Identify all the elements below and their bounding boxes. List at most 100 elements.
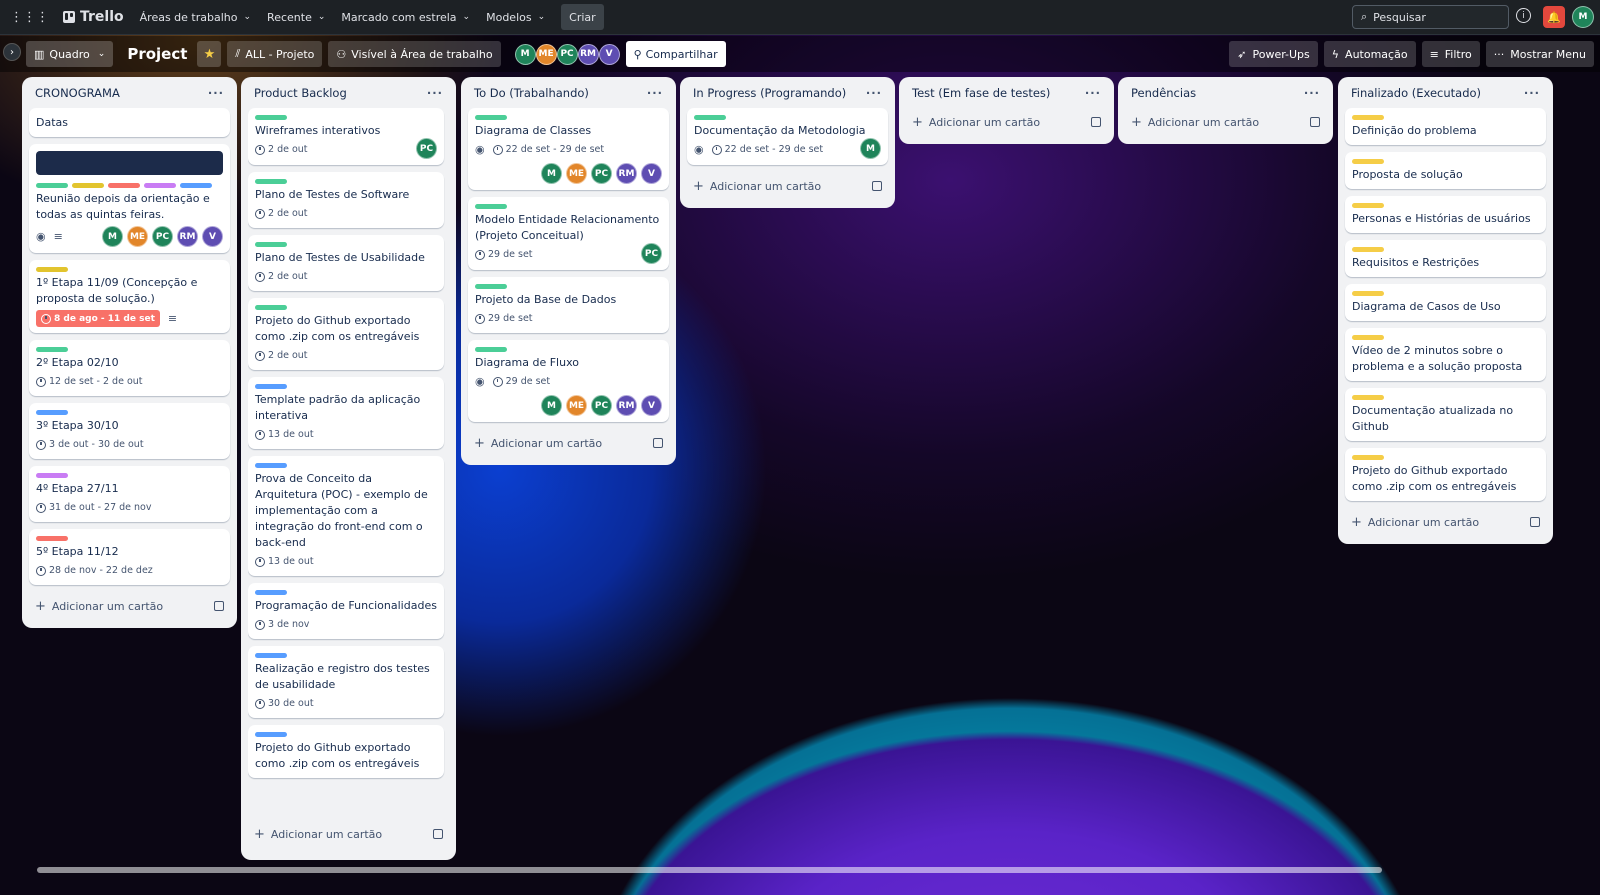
member-avatar[interactable]: V — [641, 395, 662, 416]
card[interactable]: 1º Etapa 11/09 (Concepção e proposta de … — [29, 260, 230, 333]
visibility-button[interactable]: ⚇ Visível à Área de trabalho — [328, 41, 501, 67]
card[interactable]: Realização e registro dos testes de usab… — [248, 646, 444, 718]
power-ups-button[interactable]: ➶ Power-Ups — [1229, 41, 1318, 67]
profile-avatar[interactable]: M — [1572, 6, 1594, 28]
label-green[interactable] — [36, 347, 68, 352]
card[interactable]: Diagrama de Casos de Uso — [1345, 284, 1546, 321]
card[interactable]: 4º Etapa 27/11 31 de out - 27 de nov — [29, 466, 230, 522]
label-green[interactable] — [694, 115, 726, 120]
member-avatar[interactable]: ME — [566, 163, 587, 184]
add-card-button[interactable]: + Adicionar um cartão — [906, 108, 1107, 136]
label-green[interactable] — [475, 284, 507, 289]
member-avatar[interactable]: PC — [641, 243, 662, 264]
due-date-badge[interactable]: 3 de out - 30 de out — [36, 437, 144, 453]
member-avatar[interactable]: ME — [566, 395, 587, 416]
label-yellow[interactable] — [1352, 247, 1384, 252]
add-card-button[interactable]: + Adicionar um cartão — [1125, 108, 1326, 136]
list-title[interactable]: Pendências — [1131, 86, 1196, 100]
label-yellow[interactable] — [1352, 159, 1384, 164]
label-green[interactable] — [255, 115, 287, 120]
label-blue[interactable] — [255, 463, 287, 468]
label-yellow[interactable] — [72, 183, 104, 188]
add-card-button[interactable]: + Adicionar um cartão — [29, 592, 230, 620]
label-green[interactable] — [255, 305, 287, 310]
label-green[interactable] — [36, 183, 68, 188]
member-avatar[interactable]: ME — [535, 43, 557, 65]
member-avatar[interactable]: V — [598, 43, 620, 65]
list-title[interactable]: Product Backlog — [254, 86, 347, 100]
member-avatar[interactable]: PC — [591, 395, 612, 416]
member-avatar[interactable]: RM — [616, 395, 637, 416]
label-yellow[interactable] — [1352, 291, 1384, 296]
list-title[interactable]: Test (Em fase de testes) — [912, 86, 1050, 100]
create-from-template-icon[interactable] — [872, 181, 882, 191]
add-card-button[interactable]: + Adicionar um cartão — [1345, 508, 1546, 536]
member-avatar[interactable]: M — [541, 395, 562, 416]
label-blue[interactable] — [255, 590, 287, 595]
filter-button[interactable]: ≡ Filtro — [1421, 41, 1480, 67]
create-button[interactable]: Criar — [561, 4, 604, 30]
list-actions-icon[interactable]: ··· — [647, 86, 663, 100]
card[interactable]: 5º Etapa 11/12 28 de nov - 22 de dez — [29, 529, 230, 585]
menu-templates[interactable]: Modelos ⌄ — [478, 3, 553, 31]
card[interactable]: Documentação da Metodologia ◉ 22 de set - … — [687, 108, 888, 165]
search-input[interactable]: ⌕ Pesquisar — [1352, 5, 1509, 29]
due-date-badge[interactable]: 29 de set — [475, 311, 533, 327]
label-green[interactable] — [475, 115, 507, 120]
card[interactable]: Diagrama de Classes ◉ 22 de set - 29 de se… — [468, 108, 669, 190]
due-date-badge[interactable]: 29 de set — [475, 247, 533, 263]
card[interactable]: Wireframes interativos 2 de out PC — [248, 108, 444, 165]
label-green[interactable] — [255, 179, 287, 184]
due-date-badge[interactable]: 2 de out — [255, 206, 308, 222]
card[interactable]: Plano de Testes de Usabilidade 2 de out — [248, 235, 444, 291]
create-from-template-icon[interactable] — [1530, 517, 1540, 527]
due-date-badge[interactable]: 13 de out — [255, 427, 314, 443]
card[interactable]: Documentação atualizada no Github — [1345, 388, 1546, 441]
apps-grid-icon[interactable]: ⋮⋮⋮ — [0, 3, 55, 31]
list-actions-icon[interactable]: ··· — [1304, 86, 1320, 100]
share-button[interactable]: ⚲ Compartilhar — [625, 41, 726, 67]
label-blue[interactable] — [255, 653, 287, 658]
list-actions-icon[interactable]: ··· — [208, 86, 224, 100]
create-from-template-icon[interactable] — [214, 601, 224, 611]
label-red[interactable] — [36, 536, 68, 541]
member-avatar[interactable]: PC — [416, 138, 437, 159]
due-date-badge[interactable]: 30 de out — [255, 696, 314, 712]
label-yellow[interactable] — [1352, 455, 1384, 460]
label-green[interactable] — [255, 242, 287, 247]
member-avatar[interactable]: PC — [556, 43, 578, 65]
info-icon[interactable]: i — [1516, 8, 1531, 23]
due-date-badge[interactable]: 3 de nov — [255, 617, 309, 633]
card[interactable]: Reunião depois da orientação e todas as … — [29, 144, 230, 253]
card[interactable]: Personas e Histórias de usuários — [1345, 196, 1546, 233]
sidebar-toggle-chevron-icon[interactable]: › — [3, 43, 21, 61]
card[interactable]: 3º Etapa 30/10 3 de out - 30 de out — [29, 403, 230, 459]
list-title[interactable]: Finalizado (Executado) — [1351, 86, 1481, 100]
member-avatar[interactable]: RM — [616, 163, 637, 184]
board-view-switcher[interactable]: ▥ Quadro ⌄ — [26, 41, 114, 67]
due-date-badge[interactable]: 22 de set - 29 de set — [711, 142, 823, 158]
card[interactable]: Requisitos e Restrições — [1345, 240, 1546, 277]
due-date-badge[interactable]: 28 de nov - 22 de dez — [36, 563, 153, 579]
card[interactable]: 2º Etapa 02/10 12 de set - 2 de out — [29, 340, 230, 396]
menu-workspaces[interactable]: Áreas de trabalho ⌄ — [132, 3, 259, 31]
member-avatar[interactable]: PC — [591, 163, 612, 184]
due-date-badge[interactable]: 2 de out — [255, 269, 308, 285]
add-card-button[interactable]: + Adicionar um cartão — [248, 820, 449, 848]
member-avatar[interactable]: V — [641, 163, 662, 184]
list-actions-icon[interactable]: ··· — [427, 86, 443, 100]
card[interactable]: Diagrama de Fluxo ◉ 29 de set M ME PC RM V — [468, 340, 669, 422]
label-blue[interactable] — [255, 732, 287, 737]
card[interactable]: Vídeo de 2 minutos sobre o problema e a … — [1345, 328, 1546, 381]
list-actions-icon[interactable]: ··· — [1085, 86, 1101, 100]
horizontal-scrollbar[interactable] — [37, 867, 1382, 873]
card[interactable]: Plano de Testes de Software 2 de out — [248, 172, 444, 228]
add-card-button[interactable]: + Adicionar um cartão — [468, 429, 669, 457]
card[interactable]: Proposta de solução — [1345, 152, 1546, 189]
create-from-template-icon[interactable] — [1091, 117, 1101, 127]
menu-starred[interactable]: Marcado com estrela ⌄ — [333, 3, 478, 31]
member-avatar[interactable]: M — [514, 43, 536, 65]
label-blue[interactable] — [36, 410, 68, 415]
list-title[interactable]: To Do (Trabalhando) — [474, 86, 589, 100]
card[interactable]: Projeto do Github exportado como .zip co… — [248, 725, 444, 778]
